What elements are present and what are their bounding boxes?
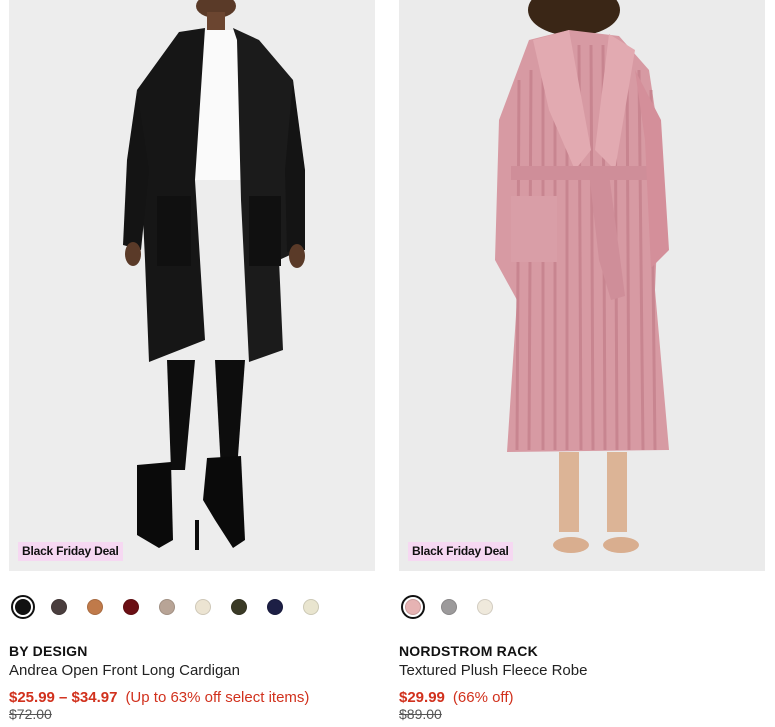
swatch-color — [405, 599, 421, 615]
product-card[interactable]: Black Friday Deal NORDSTROM RACK Texture… — [399, 0, 765, 722]
swatch-color — [51, 599, 67, 615]
original-price: $72.00 — [9, 706, 52, 722]
swatch-color — [477, 599, 493, 615]
swatch-color — [267, 599, 283, 615]
swatch-color — [195, 599, 211, 615]
product-image[interactable]: Black Friday Deal — [399, 0, 765, 571]
swatch-color — [159, 599, 175, 615]
color-swatch[interactable] — [437, 595, 461, 619]
brand-name[interactable]: NORDSTROM RACK — [399, 643, 538, 659]
product-image[interactable]: Black Friday Deal — [9, 0, 375, 571]
deal-badge: Black Friday Deal — [18, 542, 123, 561]
original-price: $89.00 — [399, 706, 442, 722]
product-name[interactable]: Textured Plush Fleece Robe — [399, 662, 587, 679]
color-swatch[interactable] — [47, 595, 71, 619]
cardigan-model-illustration — [9, 0, 375, 571]
swatch-color — [87, 599, 103, 615]
swatch-color — [15, 599, 31, 615]
swatch-color — [303, 599, 319, 615]
product-name[interactable]: Andrea Open Front Long Cardigan — [9, 662, 240, 679]
swatch-color — [123, 599, 139, 615]
color-swatch[interactable] — [191, 595, 215, 619]
robe-model-illustration — [399, 0, 765, 571]
product-card[interactable]: Black Friday Deal BY DESIGN Andrea Open … — [9, 0, 375, 722]
color-swatch[interactable] — [299, 595, 323, 619]
color-swatch[interactable] — [401, 595, 425, 619]
sale-price: $29.99 — [399, 689, 445, 706]
color-swatch[interactable] — [155, 595, 179, 619]
price-row: $25.99 – $34.97 (Up to 63% off select ite… — [9, 689, 309, 706]
discount-text: (Up to 63% off select items) — [125, 689, 310, 706]
color-swatch[interactable] — [83, 595, 107, 619]
color-swatch[interactable] — [11, 595, 35, 619]
deal-badge: Black Friday Deal — [408, 542, 513, 561]
color-swatch[interactable] — [119, 595, 143, 619]
brand-name[interactable]: BY DESIGN — [9, 643, 88, 659]
price-row: $29.99 (66% off) — [399, 689, 513, 706]
color-swatch[interactable] — [473, 595, 497, 619]
discount-text: (66% off) — [452, 689, 514, 706]
swatch-color — [231, 599, 247, 615]
color-swatch[interactable] — [263, 595, 287, 619]
sale-price: $25.99 – $34.97 — [9, 689, 118, 706]
color-swatch[interactable] — [227, 595, 251, 619]
swatch-color — [441, 599, 457, 615]
